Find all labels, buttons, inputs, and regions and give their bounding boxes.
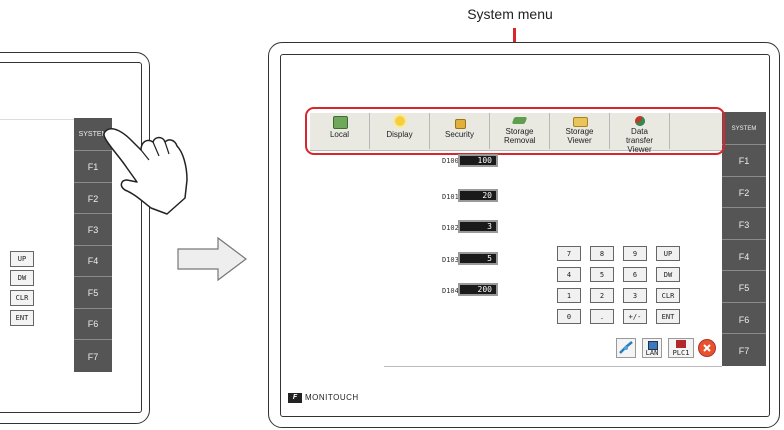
keypad-5[interactable]: 5 xyxy=(590,267,614,282)
system-menu-callout-label: System menu xyxy=(467,6,553,22)
left-fkey-f7[interactable]: F7 xyxy=(74,352,112,362)
right-fkey-f5[interactable]: F5 xyxy=(722,283,766,293)
right-fkey-f2[interactable]: F2 xyxy=(722,188,766,198)
d103-value[interactable]: 5 xyxy=(458,252,498,265)
right-function-key-column: SYSTEM F1 F2 F3 F4 F5 F6 F7 xyxy=(722,112,766,366)
left-key-ent[interactable]: ENT xyxy=(10,310,34,326)
d102-label: D102 xyxy=(442,224,459,232)
keypad-6[interactable]: 6 xyxy=(623,267,647,282)
brand-label: MONITOUCH xyxy=(305,393,359,402)
right-fkey-f7[interactable]: F7 xyxy=(722,346,766,356)
keypad-up[interactable]: UP xyxy=(656,246,680,261)
keypad-dot[interactable]: . xyxy=(590,309,614,324)
left-fkey-f4[interactable]: F4 xyxy=(74,256,112,266)
keypad-8[interactable]: 8 xyxy=(590,246,614,261)
left-fkey-f5[interactable]: F5 xyxy=(74,288,112,298)
left-key-up[interactable]: UP xyxy=(10,251,34,267)
lan-label: LAN xyxy=(645,349,659,357)
lan-status-icon[interactable]: LAN xyxy=(642,338,662,358)
right-fkey-system[interactable]: SYSTEM xyxy=(722,126,766,132)
d104-value[interactable]: 200 xyxy=(458,283,498,296)
right-fkey-f4[interactable]: F4 xyxy=(722,252,766,262)
d101-label: D101 xyxy=(442,193,459,201)
keypad-9[interactable]: 9 xyxy=(623,246,647,261)
d102-value[interactable]: 3 xyxy=(458,220,498,233)
right-fkey-f1[interactable]: F1 xyxy=(722,156,766,166)
keypad-7[interactable]: 7 xyxy=(557,246,581,261)
keypad-1[interactable]: 1 xyxy=(557,288,581,303)
keypad-clr[interactable]: CLR xyxy=(656,288,680,303)
left-key-clr[interactable]: CLR xyxy=(10,290,34,306)
screen-bottom-edge xyxy=(384,366,722,367)
keypad-plus-minus[interactable]: +/- xyxy=(623,309,647,324)
close-menu-icon[interactable] xyxy=(698,339,716,357)
keypad-4[interactable]: 4 xyxy=(557,267,581,282)
keypad-2[interactable]: 2 xyxy=(590,288,614,303)
keypad-0[interactable]: 0 xyxy=(557,309,581,324)
system-menu-highlight xyxy=(305,107,725,155)
keypad-dw[interactable]: DW xyxy=(656,267,680,282)
d100-value[interactable]: 100 xyxy=(458,154,498,167)
left-key-dw[interactable]: DW xyxy=(10,270,34,286)
right-fkey-f6[interactable]: F6 xyxy=(722,315,766,325)
plc-label: PLC1 xyxy=(672,349,690,357)
monitouch-logo: F xyxy=(288,393,302,403)
d104-label: D104 xyxy=(442,287,459,295)
d101-value[interactable]: 20 xyxy=(458,189,498,202)
d103-label: D103 xyxy=(442,256,459,264)
keypad-ent[interactable]: ENT xyxy=(656,309,680,324)
right-arrow-icon xyxy=(177,236,247,282)
connection-icon[interactable] xyxy=(616,338,636,358)
left-fkey-f6[interactable]: F6 xyxy=(74,319,112,329)
plc-status-icon[interactable]: PLC1 xyxy=(668,338,694,358)
hand-pointer-icon xyxy=(103,128,188,215)
d100-label: D100 xyxy=(442,157,459,165)
right-fkey-f3[interactable]: F3 xyxy=(722,220,766,230)
left-screen-area xyxy=(0,119,74,120)
keypad-3[interactable]: 3 xyxy=(623,288,647,303)
left-fkey-f3[interactable]: F3 xyxy=(74,225,112,235)
